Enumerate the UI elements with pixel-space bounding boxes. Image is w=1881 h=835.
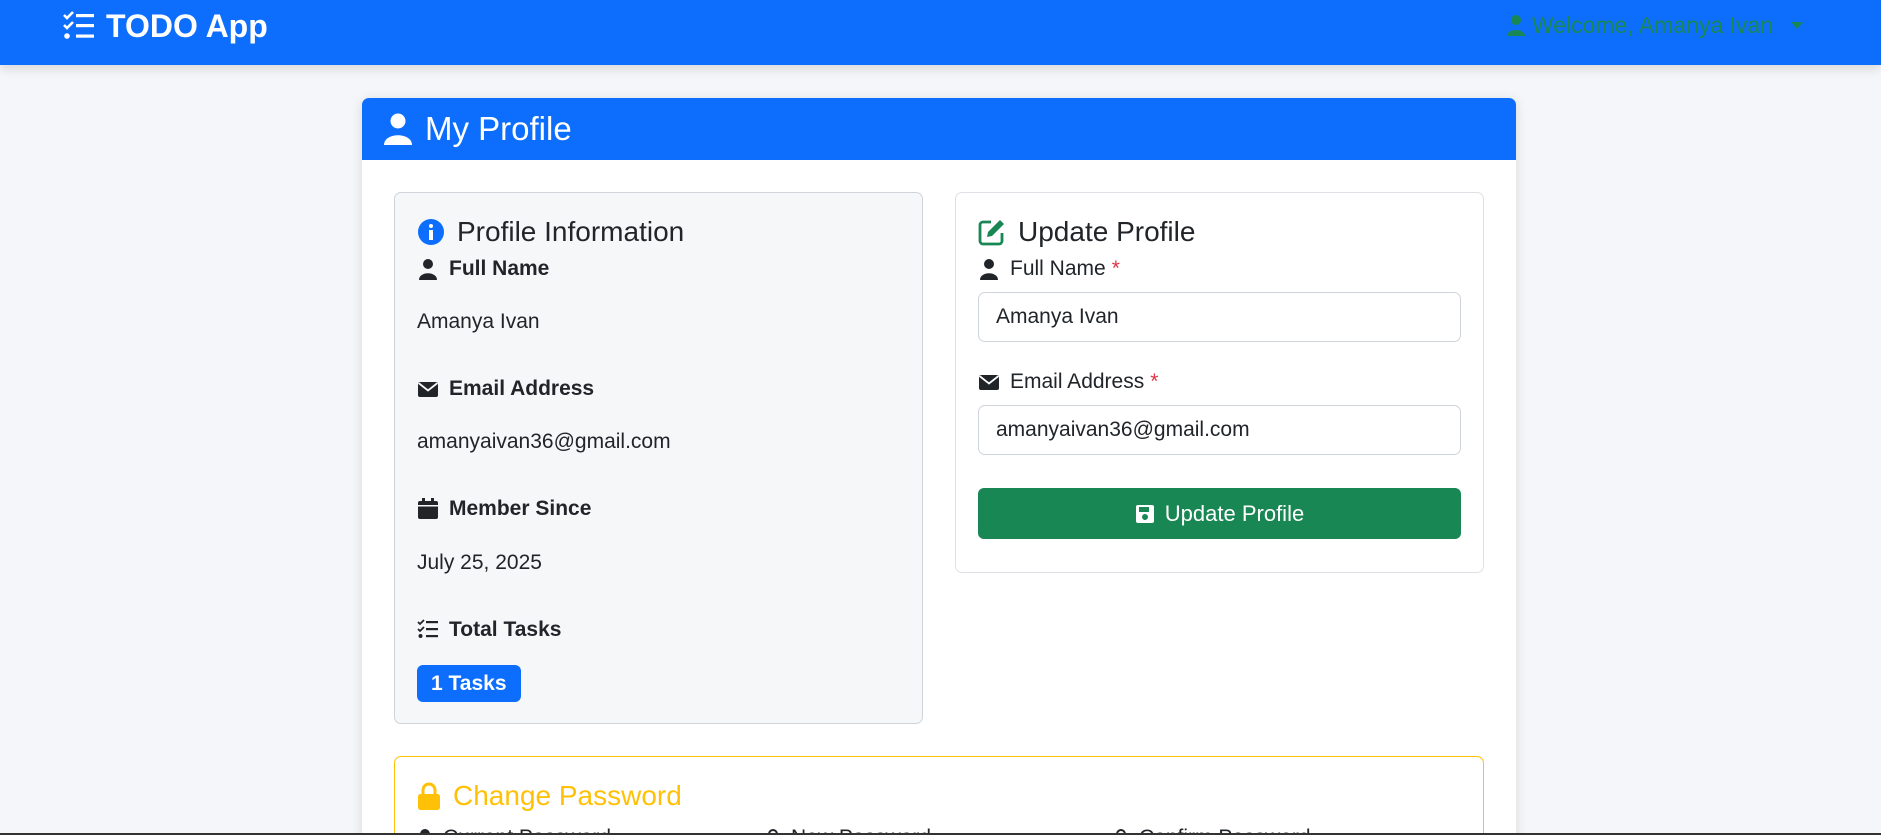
member-since-label: Member Since [417,494,900,524]
email-input[interactable] [978,405,1461,455]
update-profile-panel: Update Profile Full Name * Email Address… [955,192,1484,573]
full-name-input[interactable] [978,292,1461,342]
required-marker: * [1150,370,1159,393]
user-dropdown-toggle[interactable]: Welcome, Amanya Ivan [1506,10,1803,40]
update-profile-title: Update Profile [978,213,1461,251]
change-password-title: Change Password [417,777,1461,815]
user-greeting: Welcome, Amanya Ivan [1531,11,1773,38]
member-since-value: July 25, 2025 [417,551,542,574]
page-title: My Profile [425,110,572,147]
user-icon [419,259,437,280]
envelope-icon [978,375,1000,390]
user-icon [980,259,998,280]
profile-card: My Profile Profile Information Full Name… [362,98,1516,835]
info-circle-icon [418,219,444,245]
profile-card-header: My Profile [362,98,1516,160]
brand-text: TODO App [106,7,268,44]
chevron-down-icon [1791,21,1803,29]
change-password-panel: Change Password Current Password New Pas… [394,756,1484,835]
profile-information-panel: Profile Information Full Name Amanya Iva… [394,192,923,724]
save-icon [1135,504,1154,523]
calendar-icon [418,498,438,519]
email-label: Email Address [417,374,900,404]
user-icon [1506,15,1525,36]
edit-icon [978,220,1004,246]
navbar-brand[interactable]: TODO App [62,6,268,46]
total-tasks-label: Total Tasks [417,615,900,645]
profile-information-title: Profile Information [417,213,900,251]
email-value: amanyaivan36@gmail.com [417,430,671,453]
required-marker: * [1111,257,1120,280]
update-full-name-label: Full Name * [978,254,1461,284]
total-tasks-badge: 1 Tasks [417,665,521,702]
update-profile-button[interactable]: Update Profile [978,488,1461,539]
tasks-list-icon [63,11,94,39]
full-name-value: Amanya Ivan [417,310,540,333]
update-email-label: Email Address * [978,367,1461,397]
navbar: TODO App Welcome, Amanya Ivan [0,0,1881,65]
envelope-icon [417,382,439,397]
lock-icon [418,782,440,810]
tasks-list-icon [417,619,438,638]
full-name-label: Full Name [417,254,900,284]
user-icon [384,113,412,145]
